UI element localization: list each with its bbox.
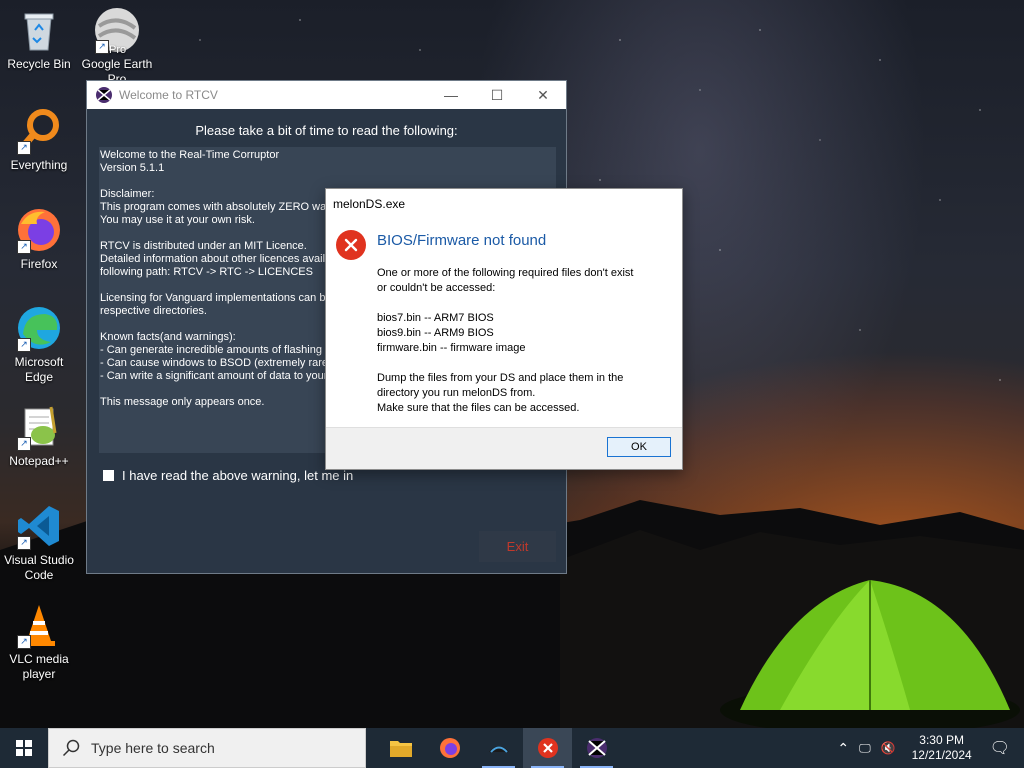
shortcut-arrow-icon: ↗ xyxy=(17,240,31,254)
shortcut-arrow-icon: ↗ xyxy=(17,635,31,649)
shortcut-arrow-icon: ↗ xyxy=(95,40,109,54)
desktop-icon-edge[interactable]: ↗ Microsoft Edge xyxy=(1,304,77,385)
desktop-icon-label: VLC media player xyxy=(9,652,69,681)
wallpaper-tent xyxy=(720,580,1020,730)
volume-muted-icon[interactable]: 🔇 xyxy=(875,741,902,755)
taskbar-firefox[interactable] xyxy=(425,728,474,768)
rtcv-heading: Please take a bit of time to read the fo… xyxy=(195,123,458,138)
text-line: bios7.bin -- ARM7 BIOS xyxy=(377,312,494,324)
agree-checkbox-label: I have read the above warning, let me in xyxy=(122,468,354,483)
text-line: Welcome to the Real-Time Corruptor xyxy=(100,149,280,161)
system-tray: ⌃ 🖵 🔇 3:30 PM 12/21/2024 🗨 xyxy=(831,728,1024,768)
edge-icon: ↗ xyxy=(15,304,63,352)
dialog-footer: OK xyxy=(326,427,682,469)
minimize-icon: — xyxy=(444,87,458,103)
dialog-title: melonDS.exe xyxy=(333,197,406,211)
everything-magnifier-icon: ↗ xyxy=(15,107,63,155)
desktop-icon-google-earth[interactable]: ↗ Pro Google Earth Pro xyxy=(79,6,155,87)
close-icon: ✕ xyxy=(537,86,549,103)
rtcv-app-icon xyxy=(586,738,607,758)
taskbar-rtcv[interactable] xyxy=(572,728,621,768)
rtcv-window-title: Welcome to RTCV xyxy=(119,88,218,102)
shortcut-arrow-icon: ↗ xyxy=(17,536,31,550)
file-explorer-icon xyxy=(389,741,412,757)
desktop-icon-label: Recycle Bin xyxy=(7,57,71,71)
taskbar-melonds[interactable] xyxy=(474,728,523,768)
maximize-icon: ☐ xyxy=(490,86,504,103)
taskbar-error-dialog[interactable] xyxy=(523,728,572,768)
desktop-icon-label: Firefox xyxy=(20,257,58,271)
desktop-icon-firefox[interactable]: ↗ Firefox xyxy=(1,206,77,272)
vscode-icon: ↗ xyxy=(15,502,63,550)
firefox-icon: ↗ xyxy=(15,206,63,254)
melonds-icon xyxy=(488,746,509,753)
text-line: or couldn't be accessed: xyxy=(377,282,496,294)
search-placeholder: Type here to search xyxy=(91,740,215,756)
desktop-icon-everything[interactable]: ↗ Everything xyxy=(1,107,77,173)
ok-button[interactable]: OK xyxy=(607,437,671,457)
maximize-button[interactable]: ☐ xyxy=(474,81,520,109)
taskbar-search-box[interactable]: Type here to search xyxy=(48,728,366,768)
desktop-icon-notepad-plus-plus[interactable]: ↗ Notepad++ xyxy=(1,403,77,469)
error-icon xyxy=(537,738,558,758)
notification-icon[interactable]: 🗨 xyxy=(982,738,1024,758)
text-line: Version 5.1.1 xyxy=(100,162,165,174)
vlc-cone-icon: ↗ xyxy=(15,601,63,649)
taskbar-file-explorer[interactable] xyxy=(376,728,425,768)
network-icon[interactable]: 🖵 xyxy=(855,741,875,756)
text-line xyxy=(377,296,677,311)
text-line: Make sure that the files can be accessed… xyxy=(377,402,580,414)
desktop-icon-label: Notepad++ xyxy=(9,454,69,468)
search-icon xyxy=(62,739,80,757)
shortcut-arrow-icon: ↗ xyxy=(17,141,31,155)
desktop-icon-label: Visual Studio Code xyxy=(4,553,74,582)
dialog-content: One or more of the following required fi… xyxy=(377,266,677,416)
pro-badge: Pro xyxy=(109,44,127,56)
melonds-error-dialog: melonDS.exe BIOS/Firmware not found One … xyxy=(325,188,683,470)
rtcv-app-icon xyxy=(96,87,112,103)
agree-checkbox[interactable] xyxy=(103,470,114,481)
firefox-icon xyxy=(439,738,460,758)
text-line: firmware.bin -- firmware image xyxy=(377,342,526,354)
dialog-main-instruction: BIOS/Firmware not found xyxy=(377,232,547,249)
text-line: directory you run melonDS from. xyxy=(377,387,536,399)
google-earth-icon: ↗ Pro xyxy=(93,6,141,56)
text-line: bios9.bin -- ARM9 BIOS xyxy=(377,327,494,339)
clock-date: 12/21/2024 xyxy=(911,748,972,762)
shortcut-arrow-icon: ↗ xyxy=(17,437,31,451)
chevron-up-icon[interactable]: ⌃ xyxy=(831,740,855,757)
text-line: One or more of the following required fi… xyxy=(377,267,634,279)
desktop-icon-vscode[interactable]: ↗ Visual Studio Code xyxy=(1,502,77,583)
clock-time: 3:30 PM xyxy=(919,733,964,747)
error-icon xyxy=(336,230,366,260)
desktop-icon-vlc[interactable]: ↗ VLC media player xyxy=(1,601,77,682)
rtcv-titlebar[interactable]: Welcome to RTCV — ☐ ✕ xyxy=(87,81,566,109)
notepad-plus-plus-icon: ↗ xyxy=(15,403,63,451)
desktop-icon-label: Microsoft Edge xyxy=(14,355,64,384)
close-button[interactable]: ✕ xyxy=(520,81,566,109)
desktop-icon-recycle-bin[interactable]: Recycle Bin xyxy=(1,6,77,72)
agree-checkbox-row[interactable]: I have read the above warning, let me in xyxy=(103,468,353,483)
recycle-bin-icon xyxy=(15,6,63,54)
start-button[interactable] xyxy=(0,728,48,768)
exit-button[interactable]: Exit xyxy=(479,531,556,562)
text-line: Dump the files from your DS and place th… xyxy=(377,372,624,384)
shortcut-arrow-icon: ↗ xyxy=(17,338,31,352)
minimize-button[interactable]: — xyxy=(428,81,474,109)
desktop-icon-label: Everything xyxy=(10,158,68,172)
windows-logo-icon xyxy=(16,740,32,756)
taskbar-clock[interactable]: 3:30 PM 12/21/2024 xyxy=(902,733,982,763)
text-line xyxy=(99,175,556,188)
text-line xyxy=(377,356,677,371)
taskbar: Type here to search ⌃ 🖵 🔇 3:30 PM 12/21/… xyxy=(0,728,1024,768)
